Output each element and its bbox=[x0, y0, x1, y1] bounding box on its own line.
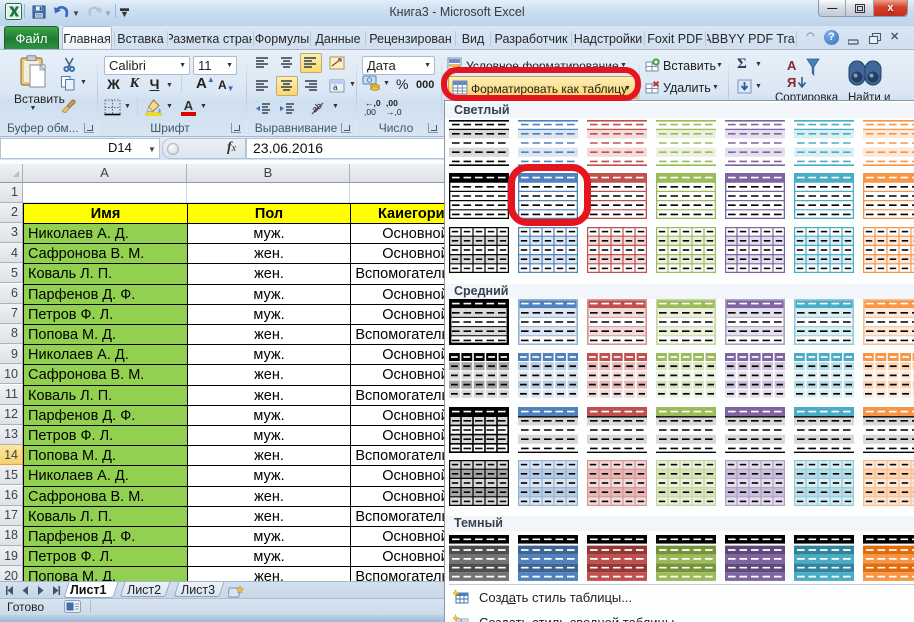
svg-text:ab: ab bbox=[310, 101, 324, 115]
svg-text:a: a bbox=[333, 83, 338, 92]
svg-text:→,0: →,0 bbox=[386, 107, 402, 117]
svg-text:Я: Я bbox=[787, 75, 796, 90]
svg-text:,00: ,00 bbox=[364, 107, 376, 117]
svg-text:А: А bbox=[787, 58, 797, 73]
